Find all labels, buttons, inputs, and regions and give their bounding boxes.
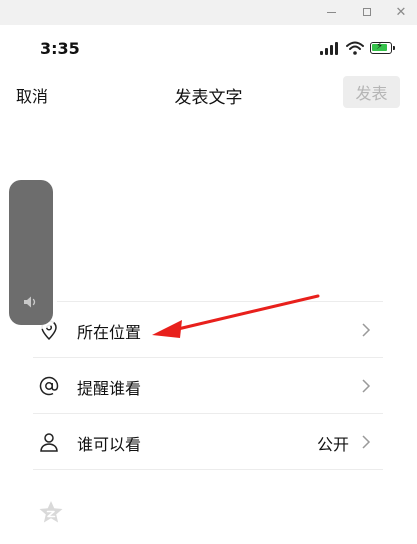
- close-icon: ✕: [395, 4, 407, 20]
- option-remind[interactable]: 提醒谁看: [33, 357, 383, 413]
- status-time: 3:35: [40, 39, 80, 58]
- cancel-button[interactable]: 取消: [16, 83, 48, 107]
- chevron-right-icon: [362, 323, 371, 337]
- option-label: 提醒谁看: [77, 379, 142, 398]
- option-value: 公开: [316, 435, 349, 454]
- signal-icon: [320, 41, 342, 55]
- wifi-icon: [346, 41, 364, 55]
- maximize-icon: [363, 8, 371, 16]
- maximize-button[interactable]: [356, 4, 378, 20]
- emoji-star-icon[interactable]: [38, 500, 64, 524]
- chevron-right-icon: [362, 379, 371, 393]
- publish-button[interactable]: 发表: [343, 76, 400, 108]
- battery-icon: ⚡: [370, 41, 395, 54]
- divider: [33, 469, 383, 470]
- charging-icon: ⚡: [376, 41, 384, 52]
- window-title-bar: ✕: [0, 0, 417, 25]
- phone-screen: 3:35 ⚡ 取消 发表文字 发表 所在位置 提醒谁看 谁可以看 公开: [0, 25, 417, 544]
- option-location[interactable]: 所在位置: [33, 301, 383, 357]
- chevron-right-icon: [362, 435, 371, 449]
- close-button[interactable]: ✕: [390, 4, 412, 20]
- person-icon: [40, 433, 58, 452]
- speaker-icon: [24, 296, 36, 308]
- option-visibility[interactable]: 谁可以看 公开: [33, 413, 383, 469]
- at-icon: [39, 376, 59, 396]
- minimize-icon: [326, 11, 336, 13]
- option-label: 谁可以看: [77, 435, 142, 454]
- volume-indicator: [9, 180, 53, 325]
- minimize-button[interactable]: [320, 4, 342, 20]
- option-label: 所在位置: [77, 323, 142, 342]
